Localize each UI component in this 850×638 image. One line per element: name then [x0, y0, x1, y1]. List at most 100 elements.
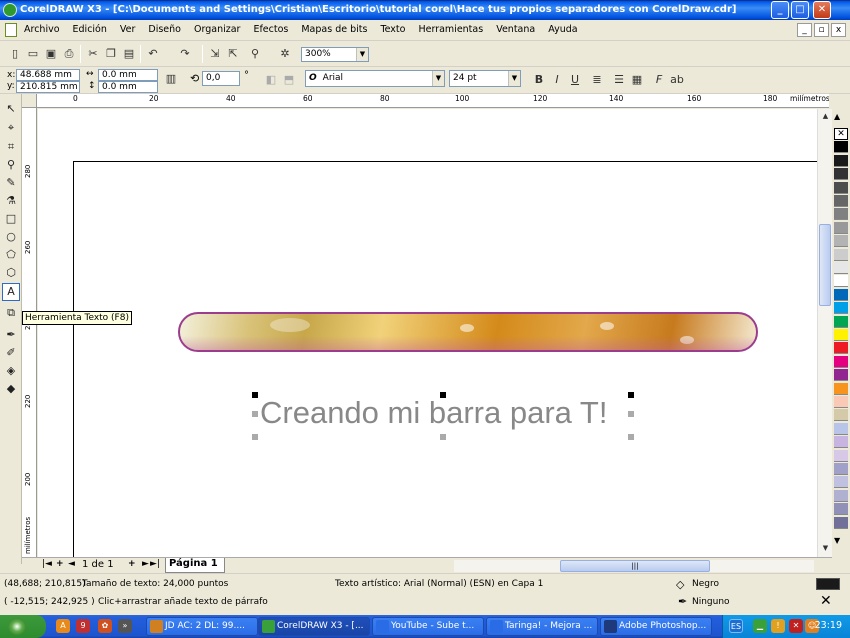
- mirror-horizontal-icon[interactable]: ◧: [262, 71, 280, 89]
- menu-item[interactable]: Organizar: [194, 24, 240, 35]
- quicklaunch-icon[interactable]: A: [56, 619, 70, 633]
- welcome-screen-icon[interactable]: ✲: [276, 45, 294, 63]
- artistic-text[interactable]: Creando mi barra para T!: [260, 395, 607, 431]
- quicklaunch-icon[interactable]: ✿: [98, 619, 112, 633]
- color-swatch[interactable]: [834, 248, 848, 261]
- pick-tool-icon[interactable]: ↖: [2, 100, 20, 118]
- selection-handle[interactable]: [628, 411, 634, 417]
- rotation-angle-field[interactable]: 0,0: [202, 71, 240, 86]
- color-swatch[interactable]: [834, 154, 848, 167]
- mirror-vertical-icon[interactable]: ⬒: [280, 71, 298, 89]
- next-page-button[interactable]: ►: [142, 559, 149, 569]
- add-page-button[interactable]: +: [56, 559, 64, 569]
- color-swatch[interactable]: [834, 262, 848, 274]
- taskbar-button[interactable]: YouTube - Sube t...: [372, 617, 484, 636]
- page-tab[interactable]: Página 1: [165, 558, 225, 573]
- color-swatch[interactable]: [834, 235, 848, 248]
- color-swatch[interactable]: [834, 449, 848, 462]
- no-outline-icon[interactable]: ✕: [820, 593, 832, 609]
- color-swatch[interactable]: [834, 516, 848, 529]
- color-swatch[interactable]: [834, 141, 848, 154]
- shape-tool-icon[interactable]: ⌖: [2, 119, 20, 137]
- selection-handle[interactable]: [252, 392, 258, 398]
- color-swatch[interactable]: [834, 168, 848, 181]
- taskbar-button[interactable]: JD AC: 2 DL: 99....: [146, 617, 258, 636]
- color-swatch[interactable]: [834, 436, 848, 449]
- crop-tool-icon[interactable]: ⌗: [2, 138, 20, 156]
- redo-icon[interactable]: ↷: [176, 45, 194, 63]
- color-swatch[interactable]: [834, 503, 848, 516]
- bullets-icon[interactable]: ☰: [610, 71, 628, 89]
- color-swatch[interactable]: [834, 396, 848, 408]
- security-icon[interactable]: !: [771, 619, 785, 633]
- eyedropper-tool-icon[interactable]: ✒: [2, 326, 20, 344]
- scroll-down-icon[interactable]: ▼: [819, 542, 832, 555]
- selection-handle[interactable]: [252, 411, 258, 417]
- color-swatch[interactable]: [834, 369, 848, 382]
- menu-item[interactable]: Diseño: [148, 24, 181, 35]
- mdi-close-button[interactable]: x: [831, 23, 846, 37]
- italic-button[interactable]: I: [548, 71, 566, 89]
- x-position-field[interactable]: 48.688 mm: [16, 69, 80, 81]
- color-swatch[interactable]: [834, 422, 848, 435]
- horizontal-ruler[interactable]: 0 20 40 60 80 100 120 140 160 180 milímetros: [37, 94, 829, 108]
- menu-item[interactable]: Efectos: [253, 24, 288, 35]
- last-page-button[interactable]: ►|: [150, 559, 160, 569]
- interactive-blend-tool-icon[interactable]: ⧉: [2, 304, 20, 322]
- y-position-field[interactable]: 210.815 mm: [16, 81, 80, 93]
- close-button[interactable]: ✕: [813, 1, 831, 19]
- new-icon[interactable]: ▯: [6, 45, 24, 63]
- lock-ratio-icon[interactable]: ▥: [162, 70, 180, 88]
- edit-text-icon[interactable]: ab: [668, 71, 686, 89]
- color-swatch[interactable]: [834, 463, 848, 475]
- minimize-button[interactable]: _: [771, 1, 789, 19]
- selection-handle[interactable]: [628, 392, 634, 398]
- color-swatch[interactable]: [834, 382, 848, 395]
- bold-button[interactable]: B: [530, 71, 548, 89]
- horizontal-scrollbar[interactable]: |||: [454, 560, 814, 572]
- menu-item[interactable]: Ventana: [496, 24, 535, 35]
- prev-page-button[interactable]: ◄: [68, 559, 75, 569]
- color-swatch[interactable]: [834, 288, 848, 301]
- interactive-fill-tool-icon[interactable]: ◆: [2, 380, 20, 398]
- ruler-origin[interactable]: [22, 94, 37, 108]
- open-icon[interactable]: ▭: [24, 45, 42, 63]
- smart-fill-tool-icon[interactable]: ⚗: [2, 192, 20, 210]
- font-size-dropdown[interactable]: 24 pt ▼: [449, 70, 521, 87]
- palette-down-icon[interactable]: ▼: [834, 536, 840, 545]
- language-indicator[interactable]: ES: [729, 619, 743, 633]
- color-swatch[interactable]: [834, 355, 848, 368]
- color-swatch[interactable]: [834, 409, 848, 422]
- horizontal-scroll-thumb[interactable]: |||: [560, 560, 710, 572]
- color-swatch[interactable]: [834, 181, 848, 194]
- vertical-ruler[interactable]: 280260240220200milímetros: [22, 108, 37, 558]
- mdi-restore-button[interactable]: ▫: [814, 23, 829, 37]
- font-list-dropdown[interactable]: O Arial ▼: [305, 70, 445, 87]
- selection-handle[interactable]: [628, 434, 634, 440]
- polygon-tool-icon[interactable]: ⬠: [2, 246, 20, 264]
- menu-item[interactable]: Mapas de bits: [301, 24, 367, 35]
- export-icon[interactable]: ⇱: [224, 45, 242, 63]
- quicklaunch-more-icon[interactable]: »: [118, 619, 132, 633]
- quicklaunch-icon[interactable]: 9: [76, 619, 90, 633]
- color-swatch[interactable]: [834, 275, 848, 288]
- width-field[interactable]: 0.0 mm: [98, 69, 158, 81]
- outline-tool-icon[interactable]: ✐: [2, 344, 20, 362]
- taskbar-button[interactable]: Adobe Photoshop...: [600, 617, 712, 636]
- underline-button[interactable]: U: [566, 71, 584, 89]
- menu-item[interactable]: Ayuda: [548, 24, 577, 35]
- save-icon[interactable]: ▣: [42, 45, 60, 63]
- menu-item[interactable]: Ver: [120, 24, 136, 35]
- application-launcher-icon[interactable]: ⚲: [246, 45, 264, 63]
- color-swatch[interactable]: [834, 315, 848, 328]
- print-icon[interactable]: ⎙: [60, 45, 78, 63]
- separator-bar-graphic[interactable]: [178, 312, 758, 352]
- menu-item[interactable]: Edición: [73, 24, 107, 35]
- taskbar-button[interactable]: CorelDRAW X3 - [...: [258, 617, 370, 636]
- color-swatch[interactable]: [834, 342, 848, 355]
- taskbar-button[interactable]: Taringa! - Mejora ...: [486, 617, 598, 636]
- first-page-button[interactable]: |◄: [42, 559, 52, 569]
- fill-swatch[interactable]: [816, 578, 840, 590]
- selection-handle[interactable]: [252, 434, 258, 440]
- drawing-canvas[interactable]: Creando mi barra para T!: [38, 109, 817, 557]
